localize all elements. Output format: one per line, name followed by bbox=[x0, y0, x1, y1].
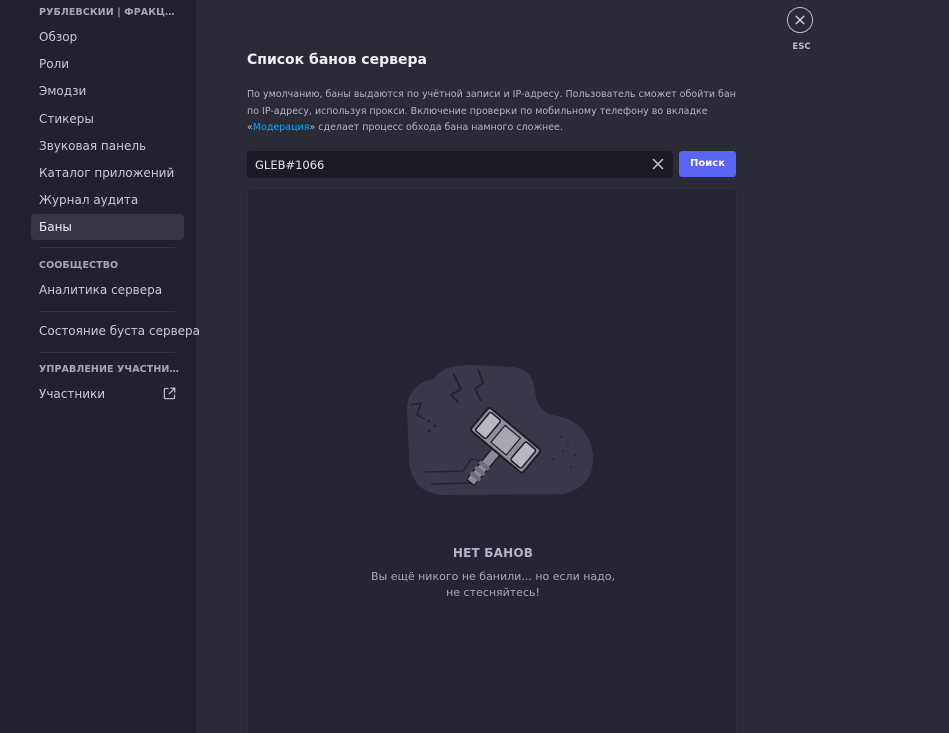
sidebar-item-members[interactable]: Участники bbox=[31, 381, 184, 407]
sidebar-item-bans[interactable]: Баны bbox=[31, 214, 184, 240]
bans-list-panel: НЕТ БАНОВ Вы ещё никого не банили... но … bbox=[247, 188, 737, 733]
sidebar-item-soundboard[interactable]: Звуковая панель bbox=[31, 133, 184, 159]
ban-hammer-icon bbox=[407, 364, 594, 495]
sidebar-divider bbox=[39, 352, 175, 353]
members-section-title: УПРАВЛЕНИЕ УЧАСТНИКА... bbox=[39, 364, 179, 375]
empty-state-subtitle-line: не стесняйтесь! bbox=[446, 586, 540, 599]
sidebar-item-members-label: Участники bbox=[39, 387, 106, 401]
server-section-title: РУБЛЕВСКИЙ | ФРАКЦИИ bbox=[39, 7, 179, 18]
sidebar-item-overview[interactable]: Обзор bbox=[31, 24, 184, 50]
settings-sidebar: РУБЛЕВСКИЙ | ФРАКЦИИ Обзор Роли Эмодзи С… bbox=[0, 0, 200, 733]
esc-label: ESC bbox=[792, 42, 811, 52]
sidebar-item-app-directory[interactable]: Каталог приложений bbox=[31, 160, 184, 186]
empty-state-subtitle: Вы ещё никого не банили... но если надо,… bbox=[248, 569, 738, 601]
description-text-end: » сделает процесс обхода бана намного сл… bbox=[309, 122, 563, 133]
page-title: Список банов сервера bbox=[247, 52, 427, 68]
sidebar-item-stickers[interactable]: Стикеры bbox=[31, 106, 184, 132]
search-button[interactable]: Поиск bbox=[679, 151, 736, 177]
close-settings: ESC bbox=[787, 7, 817, 52]
sidebar-divider bbox=[39, 311, 175, 312]
close-icon bbox=[795, 15, 805, 25]
search-input[interactable] bbox=[247, 151, 642, 178]
sidebar-item-analytics[interactable]: Аналитика сервера bbox=[31, 277, 184, 303]
empty-state-title: НЕТ БАНОВ bbox=[452, 546, 534, 560]
sidebar-item-boost-status[interactable]: Состояние буста сервера bbox=[31, 318, 200, 344]
sidebar-divider bbox=[39, 247, 175, 248]
bans-content: Список банов сервера По умолчанию, баны … bbox=[196, 0, 949, 733]
sidebar-item-roles[interactable]: Роли bbox=[31, 51, 184, 77]
app-window: РУБЛЕВСКИЙ | ФРАКЦИИ Обзор Роли Эмодзи С… bbox=[0, 0, 949, 733]
external-link-icon bbox=[163, 387, 176, 400]
sidebar-item-emoji[interactable]: Эмодзи bbox=[31, 78, 184, 104]
community-section-title: СООБЩЕСТВО bbox=[39, 260, 119, 271]
moderation-link[interactable]: Модерация bbox=[253, 122, 310, 133]
sidebar-item-audit-log[interactable]: Журнал аудита bbox=[31, 187, 184, 213]
empty-state-subtitle-line: Вы ещё никого не банили... но если надо, bbox=[370, 570, 615, 583]
close-button[interactable] bbox=[787, 7, 813, 33]
close-icon[interactable] bbox=[651, 157, 665, 171]
search-box bbox=[247, 151, 673, 178]
bans-description: По умолчанию, баны выдаются по учётной з… bbox=[247, 87, 737, 137]
